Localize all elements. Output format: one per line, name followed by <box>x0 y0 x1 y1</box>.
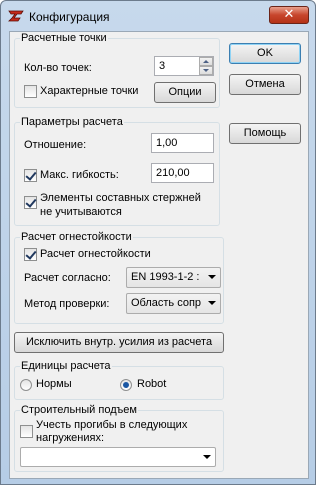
calc-points-title: Расчетные точки <box>20 32 108 44</box>
max-slenderness-checkbox[interactable] <box>24 169 37 182</box>
fire-method-select[interactable]: Область сопр <box>126 293 221 314</box>
camber-loads-select[interactable] <box>20 447 216 467</box>
dialog-client-area: Расчетные точки Кол-во точек: 3 Характер… <box>9 31 309 479</box>
fire-enable-checkbox[interactable] <box>24 248 37 261</box>
camber-deflection-label-line2: нагружениях: <box>36 432 105 444</box>
camber-group-title: Строительный подъем <box>20 404 138 416</box>
help-button[interactable]: Помощь <box>229 123 301 144</box>
units-group-title: Единицы расчета <box>20 360 112 372</box>
close-button[interactable]: ✕ <box>269 6 309 24</box>
characteristic-points-label: Характерные точки <box>40 85 139 97</box>
exclude-internal-forces-label: Исключить внутр. усилия из расчета <box>25 336 213 348</box>
chevron-down-icon <box>208 275 216 279</box>
units-robot-label: Robot <box>137 378 167 390</box>
ignore-composite-label-line1: Элементы составных стержней <box>40 192 201 204</box>
options-button[interactable]: Опции <box>154 82 216 103</box>
max-slenderness-value: 210,00 <box>156 167 190 179</box>
ignore-composite-checkbox[interactable] <box>24 196 37 209</box>
spin-up-icon[interactable] <box>199 57 213 66</box>
options-button-label: Опции <box>168 86 202 98</box>
title-bar[interactable]: Конфигурация ✕ <box>1 1 315 31</box>
ratio-field[interactable]: 1,00 <box>151 133 214 153</box>
config-dialog: Конфигурация ✕ Расчетные точки Кол-во то… <box>0 0 316 485</box>
close-icon: ✕ <box>283 7 295 22</box>
characteristic-points-checkbox[interactable] <box>24 85 37 98</box>
calc-params-title: Параметры расчета <box>20 116 124 128</box>
ratio-label: Отношение: <box>24 139 87 151</box>
camber-deflection-checkbox[interactable] <box>20 425 33 438</box>
units-norms-label: Нормы <box>36 378 72 390</box>
points-count-value: 3 <box>159 60 166 72</box>
fire-group-title: Расчет огнестойкости <box>20 231 133 243</box>
max-slenderness-field[interactable]: 210,00 <box>151 163 214 183</box>
cancel-button-label: Отмена <box>245 78 285 90</box>
points-count-spinner[interactable] <box>199 57 213 75</box>
ok-button[interactable]: OK <box>229 43 301 64</box>
window-title: Конфигурация <box>29 10 110 24</box>
fire-according-label: Расчет согласно: <box>24 272 111 284</box>
spin-down-icon[interactable] <box>199 66 213 75</box>
chevron-down-icon <box>208 301 216 305</box>
help-button-label: Помощь <box>243 127 287 139</box>
ratio-value: 1,00 <box>156 137 178 149</box>
cancel-button[interactable]: Отмена <box>229 74 301 95</box>
points-count-label: Кол-во точек: <box>24 62 92 74</box>
fire-method-label: Метод проверки: <box>24 298 110 310</box>
ok-button-label: OK <box>257 47 273 59</box>
fire-according-select[interactable]: EN 1993-1-2 : <box>126 267 221 288</box>
camber-deflection-label-line1: Учесть прогибы в следующих <box>36 419 188 431</box>
exclude-internal-forces-button[interactable]: Исключить внутр. усилия из расчета <box>14 332 224 353</box>
units-norms-radio[interactable] <box>20 379 32 391</box>
app-logo-icon <box>8 10 24 22</box>
chevron-down-icon <box>203 455 211 459</box>
fire-method-value: Область сопр <box>131 297 202 309</box>
max-slenderness-label: Макс. гибкость: <box>40 169 119 181</box>
fire-enable-label: Расчет огнестойкости <box>40 248 151 260</box>
units-robot-radio[interactable] <box>120 379 132 391</box>
ignore-composite-label-line2: не учитываются <box>40 206 122 218</box>
fire-according-value: EN 1993-1-2 : <box>131 271 200 283</box>
